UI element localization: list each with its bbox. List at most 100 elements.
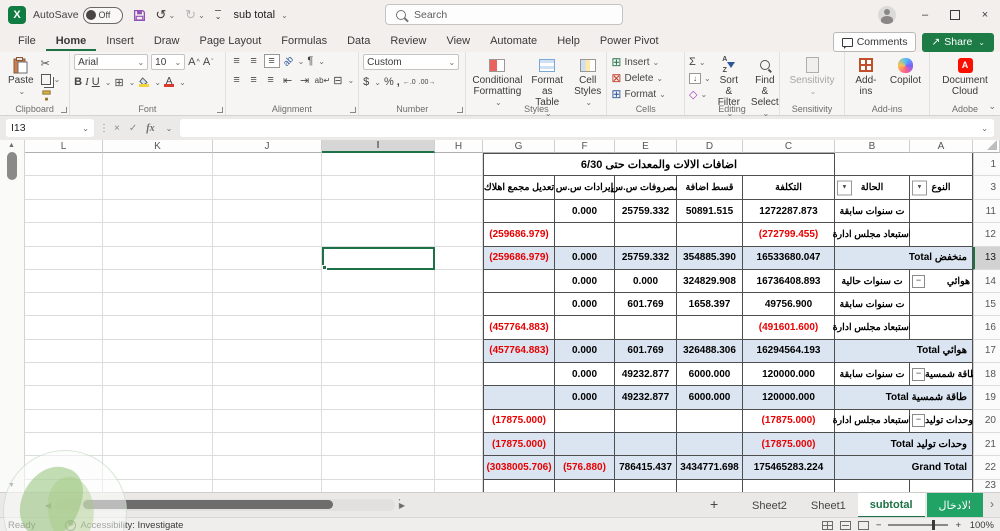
cell-BA17[interactable]: هوائي Total [835, 339, 973, 364]
cell-I3[interactable] [322, 176, 435, 200]
cell-D18[interactable]: 6000.000 [677, 363, 743, 387]
cell-J3[interactable] [213, 176, 322, 200]
cell-K18[interactable] [103, 363, 213, 387]
cell-K14[interactable] [103, 269, 213, 294]
autosum-button[interactable]: Σ ⌄ [689, 55, 711, 69]
cell-B20[interactable]: استبعاد مجلس ادارة [833, 409, 911, 433]
cell-BA22[interactable]: Grand Total [835, 456, 973, 480]
column-header-F[interactable]: F [555, 140, 615, 153]
cell-A12[interactable] [910, 223, 973, 247]
cell-A11[interactable] [910, 200, 973, 224]
cell-I14[interactable] [322, 269, 435, 294]
row-header-15[interactable]: 15 [973, 293, 1000, 317]
text-direction-button[interactable]: ¶ [307, 54, 313, 68]
format-cells-button[interactable]: ⊞ Format ⌄ [611, 87, 665, 101]
restore-button[interactable] [940, 0, 970, 30]
tab-file[interactable]: File [8, 32, 46, 51]
cell-D3[interactable]: قسط اضافة [677, 176, 743, 200]
grow-font-button[interactable]: A ^ [188, 55, 200, 69]
save-button[interactable] [133, 9, 146, 22]
bold-button[interactable]: B [74, 75, 82, 89]
cell-E22[interactable]: 786415.437 [615, 456, 677, 480]
cell-E18[interactable]: 49232.877 [615, 363, 677, 387]
cell-H11[interactable] [435, 200, 483, 224]
sensitivity-button[interactable]: Sensitivity ⌄ [784, 54, 840, 99]
page-break-view-button[interactable] [857, 520, 869, 530]
cell-F16[interactable] [555, 316, 615, 340]
column-header-I[interactable]: I [322, 140, 435, 153]
cell-H22[interactable] [435, 456, 483, 480]
comments-button[interactable]: Comments [832, 32, 917, 52]
cell-K19[interactable] [103, 386, 213, 410]
collapse-ribbon-button[interactable]: ⌄ [988, 101, 996, 112]
font-dialog-launcher[interactable] [216, 107, 223, 113]
cell-E20[interactable] [615, 409, 677, 433]
cell-H20[interactable] [435, 409, 483, 433]
underline-button[interactable]: U [92, 75, 100, 89]
cell-G18[interactable] [483, 363, 555, 387]
zoom-out-button[interactable]: − [876, 520, 882, 531]
cell-H13[interactable] [435, 246, 483, 270]
sheet-tab-Sheet2[interactable]: Sheet2 [740, 493, 799, 518]
formula-input[interactable]: ⌄ [180, 119, 994, 137]
row-header-16[interactable]: 16 [973, 316, 1000, 340]
cell-L16[interactable] [25, 316, 103, 340]
cell-A20[interactable]: − وحدات توليد [910, 409, 973, 433]
tab-automate[interactable]: Automate [480, 32, 547, 51]
conditional-formatting-button[interactable]: Conditional Formatting ⌄ [470, 54, 524, 110]
cell-D11[interactable]: 50891.515 [677, 200, 743, 224]
font-color-button[interactable]: A [164, 75, 175, 89]
delete-cells-button[interactable]: ⊠ Delete ⌄ [611, 71, 665, 85]
cell-J17[interactable] [213, 339, 322, 364]
undo-button[interactable]: ↺ ⌄ [156, 7, 176, 23]
column-header-G[interactable]: G [483, 140, 555, 153]
comma-style-button[interactable]: , [397, 75, 400, 89]
cell-B15[interactable]: ت سنوات سابقة [835, 293, 910, 317]
cell-F21[interactable] [555, 432, 615, 457]
row-header-20[interactable]: 20 [973, 409, 1000, 433]
addins-button[interactable]: Add-ins [849, 54, 883, 99]
cell-E15[interactable]: 601.769 [615, 293, 677, 317]
cell-A18[interactable]: − طاقة شمسية [910, 363, 978, 387]
next-sheet-button[interactable]: › [990, 497, 994, 511]
cell-E21[interactable] [615, 432, 677, 457]
new-sheet-button[interactable]: + [710, 496, 718, 512]
insert-cells-button[interactable]: ⊞ Insert ⌄ [611, 55, 665, 69]
row-header-14[interactable]: 14 [973, 269, 1000, 294]
cell-C20[interactable]: (17875.000) [743, 409, 835, 433]
font-name-combo[interactable]: Arial ⌄ [74, 54, 149, 70]
cell-K16[interactable] [103, 316, 213, 340]
cell-C13[interactable]: 16533680.047 [743, 246, 835, 270]
cell-I18[interactable] [322, 363, 435, 387]
cell-I20[interactable] [322, 409, 435, 433]
cell-B16[interactable]: استبعاد مجلس ادارة [833, 316, 911, 340]
cell-F14[interactable]: 0.000 [555, 269, 615, 294]
cell-G20[interactable]: (17875.000) [483, 409, 555, 433]
cell-F11[interactable]: 0.000 [555, 200, 615, 224]
vertical-scroll-thumb[interactable] [7, 152, 17, 180]
tab-power-pivot[interactable]: Power Pivot [590, 32, 669, 51]
cell-I21[interactable] [322, 432, 435, 457]
cell-J20[interactable] [213, 409, 322, 433]
scrollbar-options-icon[interactable]: ⋮ [394, 497, 405, 510]
cell-C21[interactable]: (17875.000) [743, 432, 835, 457]
row-header-1[interactable]: 1 [973, 153, 1000, 176]
redo-button[interactable]: ↻ ⌄ [185, 7, 205, 23]
tab-home[interactable]: Home [45, 32, 97, 51]
autosave-control[interactable]: AutoSave Off [33, 6, 123, 24]
cell-H23[interactable] [435, 479, 483, 492]
number-dialog-launcher[interactable] [457, 107, 464, 113]
cell-E19[interactable]: 49232.877 [615, 386, 677, 410]
cell-D23[interactable] [677, 479, 743, 492]
tab-draw[interactable]: Draw [144, 32, 190, 51]
cell-K12[interactable] [103, 223, 213, 247]
cell-L19[interactable] [25, 386, 103, 410]
cell-BA1[interactable] [835, 153, 973, 176]
cell-title-merged[interactable]: اضافات الالات والمعدات حتى 6/30 [483, 153, 835, 176]
share-button[interactable]: ↗ Share ⌄ [922, 32, 994, 52]
increase-indent-button[interactable]: ⇥ [298, 74, 312, 87]
minimize-button[interactable]: – [910, 0, 940, 30]
cell-C23[interactable] [743, 479, 835, 492]
cell-E11[interactable]: 25759.332 [615, 200, 677, 224]
cell-D15[interactable]: 1658.397 [677, 293, 743, 317]
